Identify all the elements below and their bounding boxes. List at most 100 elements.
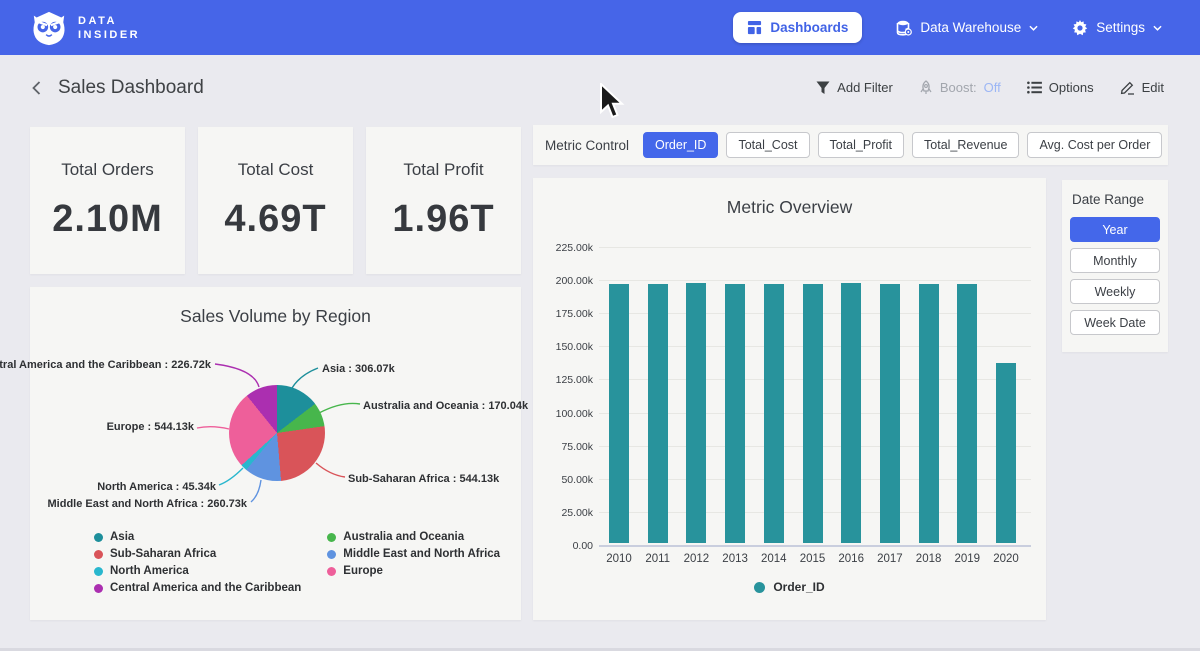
pie-legend-item[interactable]: Sub-Saharan Africa (94, 548, 301, 560)
x-tick-label: 2015 (793, 553, 833, 565)
bar-2016[interactable] (841, 283, 861, 543)
data-warehouse-label: Data Warehouse (920, 20, 1021, 35)
pie-chart-card: Sales Volume by Region Central America a… (30, 287, 521, 620)
legend-label: North America (110, 565, 189, 577)
bar-2010[interactable] (609, 284, 629, 543)
bar-chart-title: Metric Overview (533, 197, 1046, 218)
gridline (599, 247, 1031, 248)
pie-legend-item[interactable]: Asia (94, 531, 301, 543)
options-label: Options (1049, 80, 1094, 95)
pie-chart-title: Sales Volume by Region (30, 306, 521, 327)
pie-legend-item[interactable]: Central America and the Caribbean (94, 582, 301, 594)
x-tick-label: 2019 (947, 553, 987, 565)
legend-label: Australia and Oceania (343, 531, 464, 543)
pie-legend-item[interactable]: North America (94, 565, 301, 577)
back-chevron-icon[interactable] (28, 79, 46, 97)
metric-control-label: Metric Control (545, 138, 629, 153)
legend-dot (94, 567, 103, 576)
metric-option-order-id[interactable]: Order_ID (643, 132, 718, 158)
pie-label-middle-east: Middle East and North Africa : 260.73k (48, 498, 247, 510)
add-filter-button[interactable]: Add Filter (816, 80, 893, 95)
x-axis-line (599, 545, 1031, 547)
x-tick-label: 2014 (754, 553, 794, 565)
chevron-down-icon (1029, 25, 1038, 31)
gear-icon (1072, 20, 1088, 36)
legend-dot (94, 533, 103, 542)
metric-option-total-cost[interactable]: Total_Cost (726, 132, 809, 158)
metric-control-bar: Metric Control Order_ID Total_Cost Total_P… (533, 125, 1168, 165)
options-list-icon (1027, 81, 1042, 94)
boost-toggle[interactable]: Boost: Off (919, 80, 1001, 95)
y-tick-label: 125.00k (533, 374, 593, 386)
metric-option-total-revenue[interactable]: Total_Revenue (912, 132, 1019, 158)
x-tick-label: 2020 (986, 553, 1026, 565)
pie-label-north-america: North America : 45.34k (97, 481, 216, 493)
boost-value: Off (984, 80, 1001, 95)
bar-2015[interactable] (803, 284, 823, 543)
data-warehouse-menu[interactable]: Data Warehouse (896, 20, 1038, 36)
chevron-down-icon (1153, 25, 1162, 31)
dashboards-label: Dashboards (770, 20, 848, 35)
filter-funnel-icon (816, 81, 830, 95)
bar-2018[interactable] (919, 284, 939, 543)
metric-option-avg-cost-per-order[interactable]: Avg. Cost per Order (1027, 132, 1162, 158)
brand-text: DATA INSIDER (78, 14, 140, 42)
bar-2014[interactable] (764, 284, 784, 543)
rocket-icon (919, 80, 933, 95)
settings-label: Settings (1096, 20, 1145, 35)
x-tick-label: 2012 (676, 553, 716, 565)
dashboard-grid-icon (747, 20, 762, 35)
edit-button[interactable]: Edit (1120, 80, 1164, 95)
database-icon (896, 20, 912, 36)
y-tick-label: 0.00 (533, 540, 593, 552)
kpi-value: 2.10M (52, 198, 163, 241)
bar-2019[interactable] (957, 284, 977, 543)
kpi-value: 1.96T (392, 198, 494, 241)
boost-label: Boost: (940, 80, 977, 95)
legend-label: Middle East and North Africa (343, 548, 500, 560)
legend-dot (327, 567, 336, 576)
add-filter-label: Add Filter (837, 80, 893, 95)
legend-label: Sub-Saharan Africa (110, 548, 216, 560)
legend-dot (94, 550, 103, 559)
date-range-option-weekly[interactable]: Weekly (1070, 279, 1160, 304)
brand-line1: DATA (78, 14, 140, 28)
dashboards-button[interactable]: Dashboards (733, 12, 862, 43)
owl-logo-icon (30, 9, 68, 47)
x-tick-label: 2016 (831, 553, 871, 565)
date-range-options: Year Monthly Weekly Week Date (1070, 217, 1160, 335)
pie-label-australia: Australia and Oceania : 170.04k (363, 400, 528, 412)
bar-2011[interactable] (648, 284, 668, 543)
page-header: Sales Dashboard Add Filter Boost: Off Op… (0, 55, 1200, 120)
bar-2012[interactable] (686, 283, 706, 543)
gridline (599, 280, 1031, 281)
pie-legend-item[interactable]: Australia and Oceania (327, 531, 500, 543)
legend-label: Asia (110, 531, 134, 543)
pie-chart[interactable] (229, 385, 325, 481)
pie-label-asia: Asia : 306.07k (322, 363, 395, 375)
y-tick-label: 75.00k (533, 441, 593, 453)
kpi-card-total-cost: Total Cost 4.69T (198, 127, 353, 274)
bar-2017[interactable] (880, 284, 900, 543)
bar-2013[interactable] (725, 284, 745, 543)
y-tick-label: 175.00k (533, 308, 593, 320)
legend-dot (327, 533, 336, 542)
kpi-card-total-orders: Total Orders 2.10M (30, 127, 185, 274)
date-range-option-monthly[interactable]: Monthly (1070, 248, 1160, 273)
y-tick-label: 50.00k (533, 474, 593, 486)
date-range-option-week-date[interactable]: Week Date (1070, 310, 1160, 335)
pie-legend-item[interactable]: Middle East and North Africa (327, 548, 500, 560)
kpi-label: Total Orders (61, 160, 154, 180)
settings-menu[interactable]: Settings (1072, 20, 1162, 36)
bar-2020[interactable] (996, 363, 1016, 543)
date-range-option-year[interactable]: Year (1070, 217, 1160, 242)
options-button[interactable]: Options (1027, 80, 1094, 95)
pie-legend: Asia Sub-Saharan Africa North America Centr… (94, 531, 500, 594)
legend-label: Europe (343, 565, 383, 577)
y-tick-label: 200.00k (533, 275, 593, 287)
brand: DATA INSIDER (30, 9, 140, 47)
pie-legend-item[interactable]: Europe (327, 565, 500, 577)
metric-option-total-profit[interactable]: Total_Profit (818, 132, 905, 158)
brand-line2: INSIDER (78, 28, 140, 42)
kpi-value: 4.69T (224, 198, 326, 241)
